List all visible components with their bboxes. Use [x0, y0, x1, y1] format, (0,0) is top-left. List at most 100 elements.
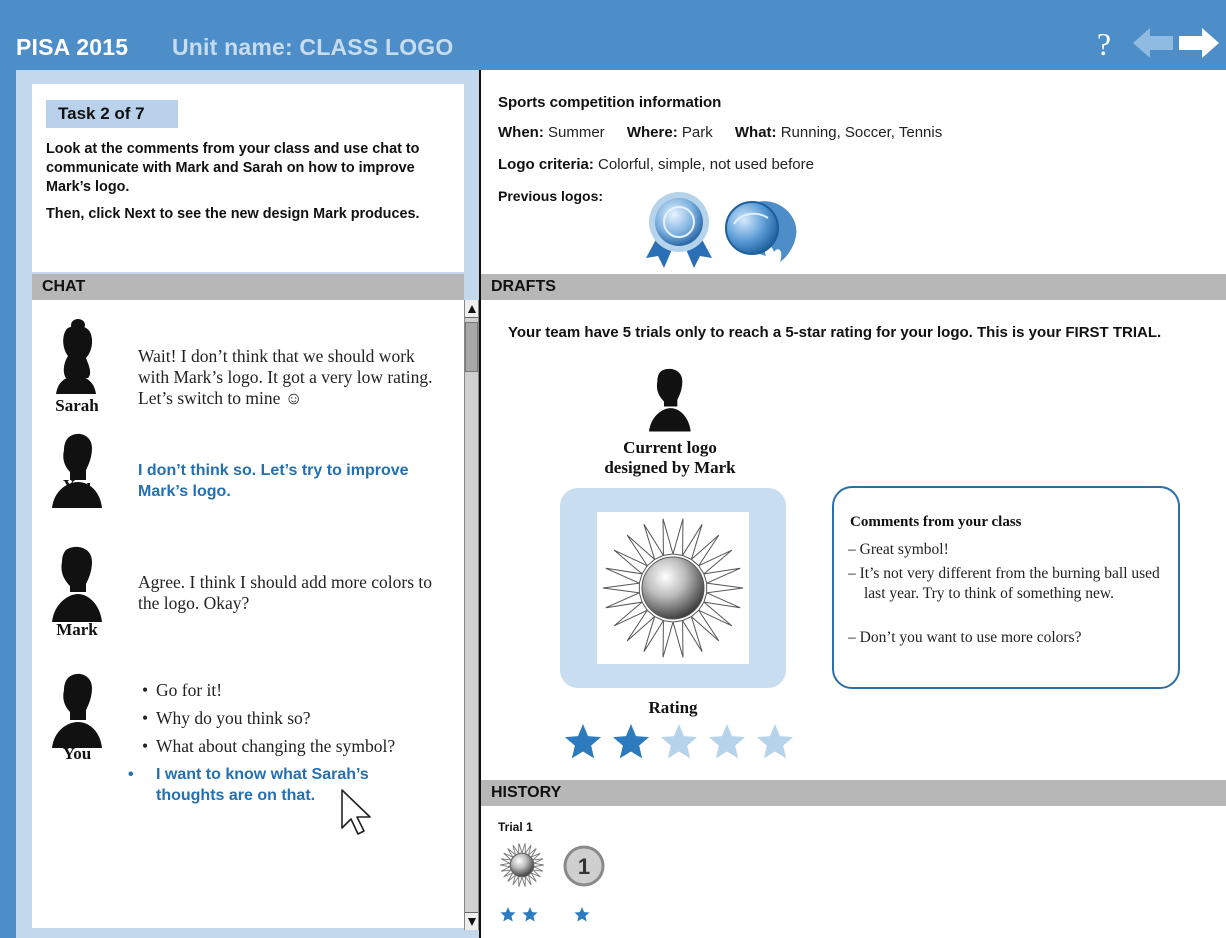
sun-ray — [521, 876, 526, 887]
previous-label: Previous logos: — [498, 188, 604, 204]
what-value: Running, Soccer, Tennis — [780, 124, 943, 141]
chat-header: CHAT — [32, 274, 464, 300]
comment-item: – Don’t you want to use more colors? — [848, 629, 1082, 646]
you-avatar-icon — [52, 673, 102, 748]
current-logo-canvas — [597, 512, 749, 664]
history-sun-sphere-logo[interactable] — [492, 842, 552, 888]
sun-ray — [500, 858, 512, 864]
info-title: Sports competition information — [498, 94, 722, 111]
burning-ball-logo — [725, 201, 797, 262]
star-empty-icon — [756, 724, 794, 759]
sun-ray — [521, 843, 526, 854]
arrow-left-icon[interactable] — [1132, 26, 1174, 60]
star-empty-icon — [660, 724, 698, 759]
comment-item: – Great symbol! — [848, 541, 949, 558]
sun-ray — [706, 582, 744, 594]
rating-label: Rating — [648, 698, 698, 717]
bullet: • — [142, 736, 149, 756]
mouse-cursor-icon — [341, 789, 371, 835]
criteria-value: Colorful, simple, not used before — [598, 156, 814, 173]
sun-ray — [672, 620, 684, 658]
drafts-intro: Your team have 5 trials only to reach a … — [508, 324, 1162, 341]
reply-option-text: What about changing the symbol? — [156, 736, 396, 756]
sun-ray — [518, 876, 523, 887]
panel-divider — [479, 70, 481, 938]
triangle-up-icon — [468, 305, 476, 313]
sun-ray — [605, 592, 643, 609]
sun-ray — [500, 862, 511, 868]
rating-stars — [564, 724, 794, 759]
left-edge — [0, 70, 16, 938]
sun-ray — [532, 866, 544, 872]
comments-title: Comments from your class — [850, 514, 1022, 530]
speaker-name: You — [62, 476, 92, 495]
speaker-name: Sarah — [55, 396, 99, 415]
task-instruction-next: Then, click Next to see the new design M… — [46, 206, 420, 222]
where-label: Where: — [626, 124, 678, 141]
criteria-label: Logo criteria: — [498, 156, 594, 173]
triangle-down-icon — [468, 918, 476, 926]
sarah-avatar-icon — [56, 319, 96, 394]
unit-title: Unit name: CLASS LOGO — [172, 34, 454, 60]
chat-message: Wait! I don’t think that we should work … — [138, 346, 433, 408]
chat-message: I don’t think so. Let’s try to improve M… — [138, 462, 409, 500]
sun-ray — [533, 862, 544, 868]
sun-ray — [662, 620, 674, 658]
sun-ray — [703, 592, 741, 609]
reply-option-go-for-it[interactable]: • Go for it! — [142, 680, 222, 701]
chat-scrollbar[interactable] — [464, 300, 479, 930]
comments-box: Comments from your class – Great symbol!… — [832, 486, 1180, 689]
info-criteria: Logo criteria: Colorful, simple, not use… — [498, 156, 814, 173]
current-logo-caption: Current logo designed by Mark — [580, 438, 760, 478]
star-empty-icon — [708, 724, 746, 759]
what-label: What: — [734, 124, 777, 141]
scroll-down-button[interactable] — [465, 912, 478, 930]
caption-line2: designed by Mark — [604, 458, 736, 477]
star-filled-icon — [522, 907, 538, 922]
sun-sphere-logo — [602, 518, 744, 658]
arrow-right-icon[interactable] — [1178, 26, 1220, 60]
history-logo-stars — [500, 907, 538, 922]
sun-ray — [602, 582, 640, 594]
medal-ribbon-logo — [646, 192, 712, 268]
current-logo-frame — [560, 488, 786, 688]
bullet: • — [142, 708, 149, 728]
drafts-header: DRAFTS — [481, 274, 1226, 300]
mark-avatar-icon — [52, 546, 102, 622]
when-label: When: — [498, 124, 544, 141]
task-instruction: Look at the comments from your class and… — [46, 141, 420, 195]
task-badge: Task 2 of 7 — [46, 100, 178, 128]
star-filled-icon — [500, 907, 516, 922]
history-badge-stars — [574, 907, 590, 922]
mark-avatar-icon — [649, 368, 691, 432]
chat-message: Agree. I think I should add more colors … — [138, 572, 433, 613]
sun-ray — [662, 518, 674, 556]
reply-option-why[interactable]: • Why do you think so? — [142, 708, 311, 729]
star-filled-icon — [564, 724, 602, 759]
sun-ray — [703, 567, 741, 584]
speaker-name: Mark — [56, 620, 98, 639]
reply-option-text: I want to know what Sarah’s thoughts are… — [156, 766, 369, 804]
comment-item: – It’s not very different from the burni… — [848, 565, 1160, 602]
sun-ray — [532, 858, 544, 864]
speaker-name: You — [62, 744, 92, 763]
you-avatar-icon — [52, 433, 102, 508]
where-value: Park — [681, 124, 713, 141]
reply-option-text: Why do you think so? — [156, 708, 311, 728]
previous-logos-label: Previous logos: — [498, 188, 603, 204]
app-title: PISA 2015 — [16, 34, 129, 60]
reply-option-text: Go for it! — [156, 680, 223, 700]
reply-option-sarah-thoughts[interactable]: • I want to know what Sarah’s thoughts ar… — [128, 764, 422, 806]
reply-option-change-symbol[interactable]: • What about changing the symbol? — [142, 736, 395, 757]
scroll-thumb[interactable] — [465, 322, 478, 372]
task-box: Task 2 of 7 Look at the comments from yo… — [32, 84, 464, 272]
star-filled-icon — [612, 724, 650, 759]
sun-ray — [672, 518, 684, 556]
help-icon[interactable]: ? — [1090, 26, 1118, 62]
sun-ray — [518, 843, 523, 854]
bullet: • — [142, 680, 149, 700]
scroll-up-button[interactable] — [465, 300, 478, 318]
task-instructions: Look at the comments from your class and… — [46, 140, 458, 224]
top-bar: PISA 2015 Unit name: CLASS LOGO ? — [0, 0, 1226, 70]
trial-number-badge[interactable]: 1 — [562, 844, 608, 888]
